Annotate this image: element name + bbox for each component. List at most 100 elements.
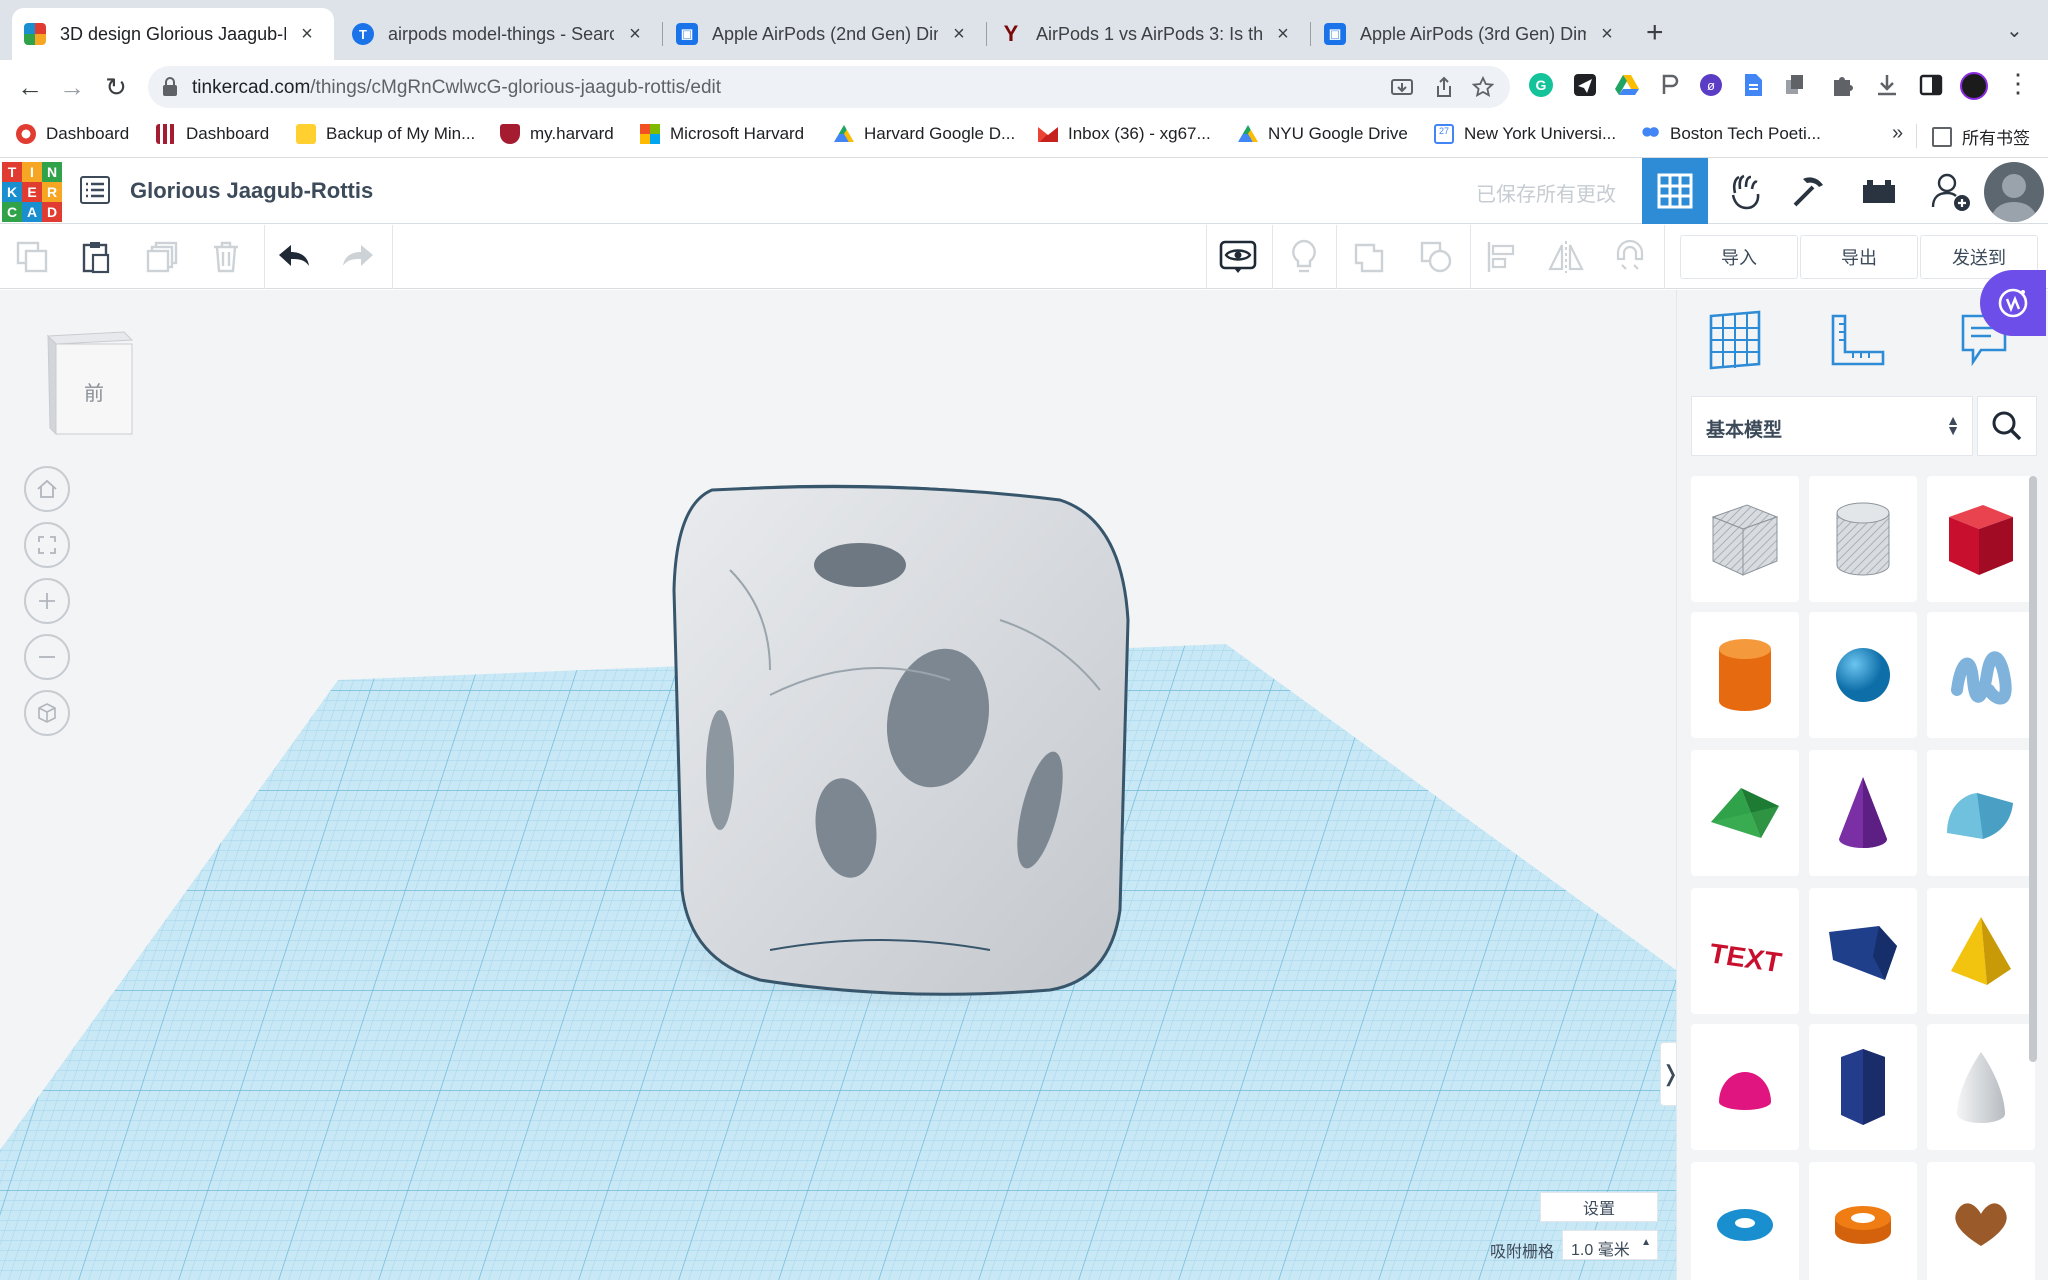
shape-half-sphere[interactable] [1691,1024,1799,1150]
group-button[interactable] [1346,235,1394,279]
import-button[interactable]: 导入 [1680,235,1798,279]
bookmark-item[interactable]: Harvard Google D... [834,124,1015,144]
bookmark-item[interactable]: NYU Google Drive [1238,124,1408,144]
close-icon[interactable]: × [948,23,970,46]
profile-avatar[interactable] [1960,72,1988,100]
panel-scrollbar[interactable] [2029,476,2037,1062]
bricks-button[interactable] [1846,158,1912,224]
add-collaborator-button[interactable] [1918,158,1984,224]
workplane-viewport[interactable]: 前 ❭ 设置 吸附栅格 1.0 毫米▲ [0,290,1676,1280]
tab-airpods-3rd-gen[interactable]: ▣ Apple AirPods (3rd Gen) Dimensions × [1312,12,1634,56]
reload-button[interactable]: ↻ [100,72,132,103]
minecraft-button[interactable] [1776,158,1842,224]
tab-airpods-1-vs-3[interactable]: Y AirPods 1 vs AirPods 3: Is there × [988,12,1310,56]
back-button[interactable]: ← [14,72,46,103]
show-all-button[interactable] [1214,235,1262,279]
tab-search-chevron-icon[interactable]: ⌄ [2006,18,2023,43]
shape-round-roof[interactable] [1927,750,2035,876]
bookmark-item[interactable]: Dashboard [156,124,269,144]
bookmark-item[interactable]: Boston Tech Poeti... [1640,124,1821,144]
close-icon[interactable]: × [624,23,646,46]
shape-text[interactable]: TEXT [1691,888,1799,1014]
shape-library-select[interactable]: 基本模型 ▲ ▼ [1691,396,1973,456]
settings-button[interactable]: 设置 [1540,1192,1658,1222]
shape-paraboloid[interactable] [1927,1024,2035,1150]
address-bar[interactable]: tinkercad.com/things/cMgRnCwlwcG-gloriou… [148,66,1510,108]
new-tab-button[interactable]: + [1646,16,1664,50]
puzzle-extensions-icon[interactable] [1830,72,1856,98]
bookmarks-overflow-button[interactable]: » [1892,122,1903,145]
paste-button[interactable] [72,235,120,279]
shape-wedge[interactable] [1809,888,1917,1014]
workplane-grid-icon[interactable] [1707,310,1763,370]
close-icon[interactable]: × [1272,23,1294,46]
collapse-panel-button[interactable]: ❭ [1660,1042,1676,1106]
close-icon[interactable]: × [1596,23,1618,46]
shape-torus[interactable] [1691,1162,1799,1280]
shape-cone[interactable] [1809,750,1917,876]
assistant-extension-button[interactable] [1980,270,2046,336]
send-extension-icon[interactable] [1572,72,1598,98]
home-view-button[interactable] [24,466,70,512]
shape-sphere[interactable] [1809,612,1917,738]
all-bookmarks-button[interactable]: 所有书签 [1932,124,2030,149]
paragraph-extension-icon[interactable] [1656,72,1682,98]
download-icon[interactable] [1874,72,1900,98]
tab-tinkercad-design[interactable]: 3D design Glorious Jaagub-Rottis × [12,8,334,60]
mirror-button[interactable] [1542,235,1590,279]
bookmark-item[interactable]: Microsoft Harvard [640,124,804,144]
tab-airpods-2nd-gen[interactable]: ▣ Apple AirPods (2nd Gen) Dimensions × [664,12,986,56]
shape-cylinder[interactable] [1691,612,1799,738]
shape-box-hole[interactable] [1691,476,1799,602]
view-cube[interactable]: 前 [44,330,136,436]
design-list-icon[interactable] [80,176,110,204]
grammarly-icon[interactable]: G [1528,72,1554,98]
shape-scribble[interactable] [1927,612,2035,738]
shape-roof[interactable] [1691,750,1799,876]
shape-polygon[interactable] [1809,1024,1917,1150]
user-avatar[interactable] [1984,162,2044,222]
purple-extension-icon[interactable]: ø [1698,72,1724,98]
align-button[interactable] [1478,235,1526,279]
install-app-icon[interactable] [1390,76,1414,98]
bookmark-item[interactable]: 27 New York Universi... [1434,124,1616,144]
design-title[interactable]: Glorious Jaagub-Rottis [130,178,373,204]
cruise-button[interactable] [1606,235,1654,279]
perspective-button[interactable] [24,690,70,736]
duplicate-button[interactable] [138,235,186,279]
delete-button[interactable] [202,235,250,279]
zoom-in-button[interactable] [24,578,70,624]
copy-extension-icon[interactable] [1782,72,1808,98]
shape-box[interactable] [1927,476,2035,602]
export-button[interactable]: 导出 [1800,235,1918,279]
copy-button[interactable] [8,235,56,279]
google-drive-icon[interactable] [1614,72,1640,98]
bookmark-item[interactable]: my.harvard [500,124,614,144]
shape-search-button[interactable] [1977,396,2037,456]
tab-airpods-search[interactable]: T airpods model-things - Search × [340,12,662,56]
shape-tube[interactable] [1809,1162,1917,1280]
forward-button[interactable]: → [56,72,88,103]
share-icon[interactable] [1434,76,1454,98]
selected-model[interactable] [672,484,1130,996]
ungroup-button[interactable] [1412,235,1460,279]
tinkercad-logo[interactable]: T I N K E R C A D [2,162,62,222]
shape-cylinder-hole[interactable] [1809,476,1917,602]
bookmark-item[interactable]: Dashboard [16,124,129,144]
chrome-menu-icon[interactable]: ⋮ [2002,68,2034,99]
notes-button[interactable] [1280,235,1328,279]
snap-grid-select[interactable]: 1.0 毫米 ▲ [1562,1230,1658,1260]
bookmark-star-icon[interactable] [1472,76,1494,98]
bookmark-item[interactable]: Inbox (36) - xg67... [1038,124,1211,144]
undo-button[interactable] [270,235,318,279]
close-icon[interactable]: × [296,23,318,46]
redo-button[interactable] [334,235,382,279]
shape-pyramid[interactable] [1927,888,2035,1014]
shape-heart[interactable] [1927,1162,2035,1280]
fit-view-button[interactable] [24,522,70,568]
ruler-icon[interactable] [1827,312,1887,372]
bookmark-item[interactable]: Backup of My Min... [296,124,475,144]
codeblocks-button[interactable] [1712,158,1778,224]
3d-view-button[interactable] [1642,158,1708,224]
side-panel-icon[interactable] [1918,72,1944,98]
